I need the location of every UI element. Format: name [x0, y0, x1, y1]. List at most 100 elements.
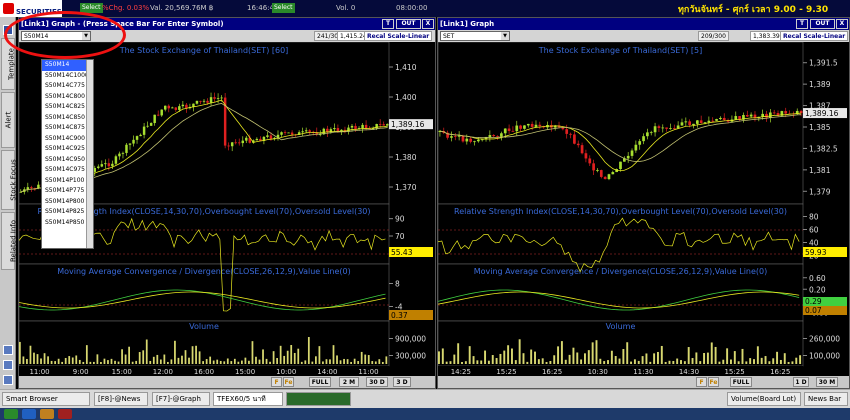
candle-body: [695, 120, 699, 124]
volume-bar: [695, 352, 698, 364]
tool-icon-2[interactable]: [3, 360, 13, 370]
candle-body: [153, 114, 156, 124]
recal-scale-button[interactable]: Recal Scale-Linear: [780, 31, 849, 41]
candle-body: [227, 145, 230, 147]
symbol-dropdown-list[interactable]: S50M14 S50M14C1000 S50M14C775 S50M14C800 S50…: [41, 59, 94, 249]
candle-body: [107, 163, 111, 167]
volume-bar: [618, 358, 621, 364]
chevron-down-icon[interactable]: ▼: [501, 32, 509, 40]
volume-bar: [85, 345, 88, 364]
candle-body: [688, 121, 692, 126]
panel-out-button[interactable]: OUT: [396, 19, 421, 29]
volume-bar: [441, 348, 444, 364]
volume-bar: [276, 358, 278, 364]
task-smart-browser[interactable]: Smart Browser: [2, 392, 90, 406]
task-volume[interactable]: Volume(Board Lot): [727, 392, 801, 406]
candle-body: [290, 132, 294, 135]
volume-bar: [145, 339, 148, 364]
candle-body: [530, 123, 534, 127]
volume-bar: [495, 358, 498, 364]
volume-bar: [360, 351, 363, 364]
tab-stock-focus[interactable]: Stock Focus: [1, 150, 17, 210]
nav-fe-button[interactable]: Fe: [283, 377, 294, 387]
range-full-button[interactable]: FULL: [309, 377, 331, 387]
panel-close-button[interactable]: X: [836, 19, 848, 29]
task-newsbar[interactable]: News Bar: [804, 392, 848, 406]
tab-alert[interactable]: Alert: [1, 92, 15, 148]
candle-body: [156, 114, 160, 116]
volume-bar: [560, 341, 563, 364]
task-news[interactable]: [F8]-@News: [94, 392, 148, 406]
axis-label: 0.20: [809, 285, 826, 294]
volume-bar: [279, 345, 282, 364]
volume-bar: [22, 356, 25, 364]
range-30m-button[interactable]: 30 M: [816, 377, 838, 387]
volume-bar: [100, 361, 102, 364]
axis-label: 900,000: [395, 335, 426, 344]
folder-icon[interactable]: [40, 409, 54, 419]
candle-body: [216, 98, 220, 99]
candle-body: [496, 136, 499, 137]
volume-bar: [219, 360, 222, 364]
volume-bar: [367, 355, 370, 364]
volume-bar: [149, 360, 152, 364]
task-empty[interactable]: [286, 392, 351, 406]
recal-scale-button[interactable]: Recal Scale-Linear: [364, 31, 433, 41]
volume-bar: [159, 359, 162, 364]
tool-icon-1[interactable]: [3, 345, 13, 355]
candle-body: [473, 141, 476, 143]
range-3d-button[interactable]: 3 D: [393, 377, 411, 387]
volume-bar: [530, 349, 533, 364]
candle-body: [657, 126, 661, 128]
tool-icon-3[interactable]: [3, 375, 13, 385]
axis-label: 1,380: [395, 153, 417, 162]
volume-bar: [93, 361, 95, 364]
app-icon[interactable]: [58, 409, 72, 419]
volume-bar: [733, 351, 736, 364]
volume-bar: [710, 342, 713, 364]
panel-close-button[interactable]: X: [422, 19, 434, 29]
candle-body: [526, 123, 530, 126]
candle-body: [573, 134, 576, 144]
nav-fe-button[interactable]: Fe: [708, 377, 719, 387]
volume-bar: [255, 356, 257, 364]
task-graph[interactable]: [F7]-@Graph: [152, 392, 210, 406]
volume-bar: [75, 355, 78, 364]
task-tfex[interactable]: TFEX60/5 นาที: [213, 392, 283, 406]
range-1d-button[interactable]: 1 D: [793, 377, 809, 387]
volume-bar: [230, 361, 233, 364]
dropdown-scrollbar[interactable]: [86, 60, 93, 248]
volume-bar: [787, 361, 790, 364]
candle-body: [626, 155, 630, 159]
select-button-2[interactable]: Select: [272, 3, 295, 13]
panel-out-button[interactable]: OUT: [810, 19, 835, 29]
candle-body: [476, 139, 480, 142]
chart-area-right[interactable]: 1,391.51,3891,3871,3851,382.51,3811,3798…: [438, 42, 849, 376]
nav-f-button[interactable]: F: [271, 377, 282, 387]
symbol-combo[interactable]: SET ▼: [440, 31, 510, 41]
range-30d-button[interactable]: 30 D: [366, 377, 388, 387]
candle-body: [308, 130, 311, 132]
volume-bar: [764, 356, 767, 364]
panel-t-button[interactable]: T: [796, 19, 808, 29]
candle-body: [450, 136, 453, 138]
volume-bar: [476, 360, 479, 364]
range-full-button[interactable]: FULL: [730, 377, 752, 387]
volume-bar: [177, 357, 180, 364]
range-2m-button[interactable]: 2 M: [339, 377, 359, 387]
panel-t-button[interactable]: T: [382, 19, 394, 29]
candle-body: [699, 120, 703, 123]
volume-bar: [265, 358, 268, 364]
macd-marker-text: 0.29: [805, 297, 822, 306]
axis-label: 90: [395, 215, 405, 224]
ie-icon[interactable]: [22, 409, 36, 419]
nav-f-button[interactable]: F: [696, 377, 707, 387]
volume-bar: [258, 359, 261, 364]
highlight-ring: [4, 11, 126, 59]
start-icon[interactable]: [4, 409, 18, 419]
volume-bar: [753, 359, 755, 364]
volume-bar: [103, 358, 106, 364]
volume-bar: [491, 355, 494, 364]
tab-related-info[interactable]: Related Info: [1, 212, 17, 270]
volume-bar: [96, 354, 99, 364]
